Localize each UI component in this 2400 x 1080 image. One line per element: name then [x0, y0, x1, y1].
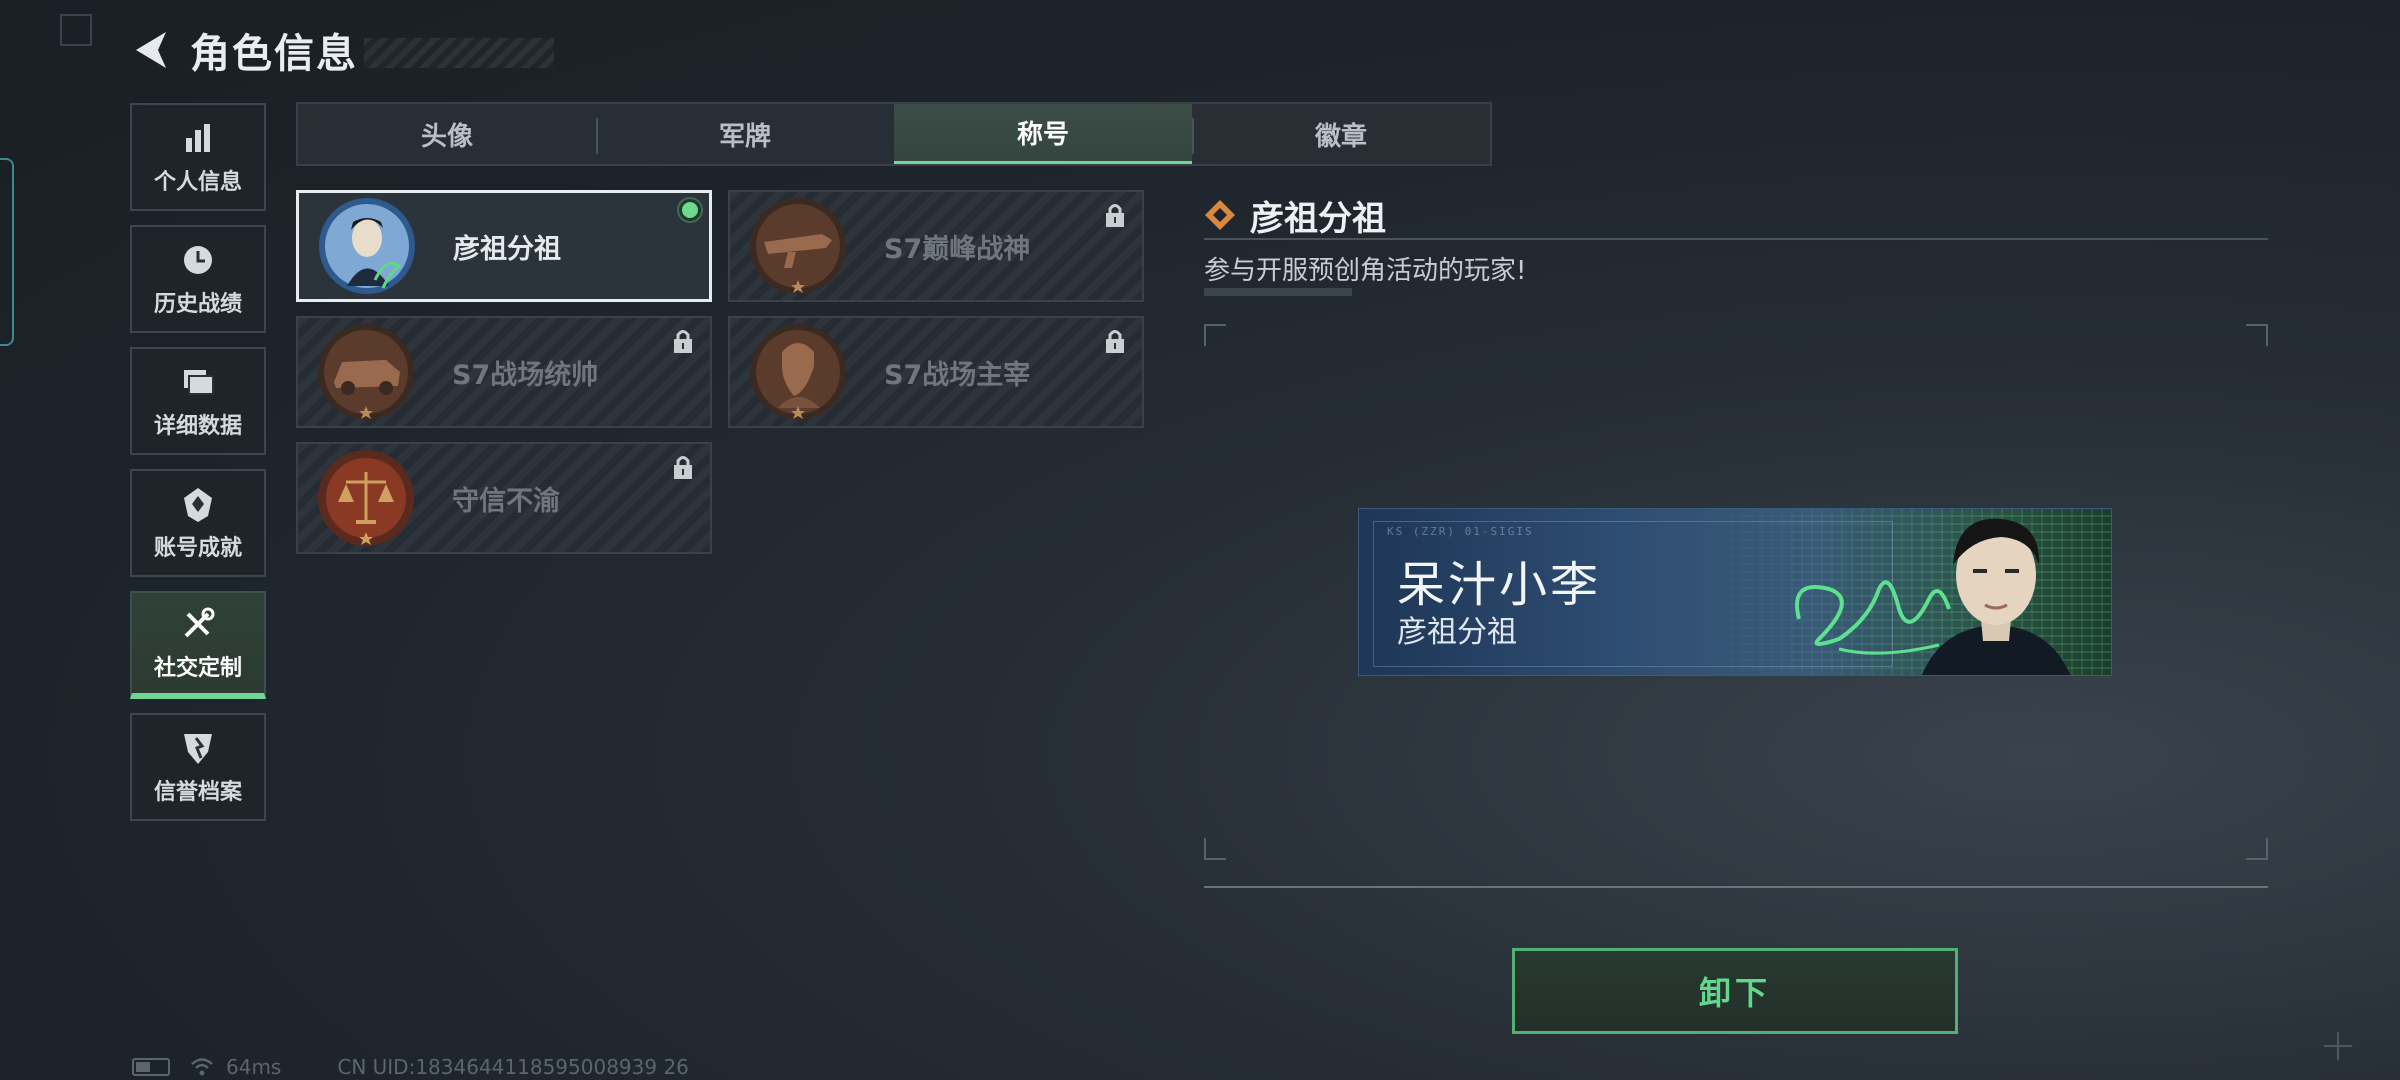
title-card-s7-commander[interactable]: S7战场统帅	[296, 316, 712, 428]
preview-divider	[1204, 886, 2268, 888]
title-card-s7-dominator[interactable]: S7战场主宰	[728, 316, 1144, 428]
lock-icon	[674, 456, 692, 479]
tab-avatar[interactable]: 头像	[298, 104, 596, 164]
sidebar-item-reputation[interactable]: 信誉档案	[130, 713, 266, 821]
detail-description: 参与开服预创角活动的玩家!	[1204, 256, 1527, 286]
wifi-icon	[191, 1058, 213, 1076]
unequip-button[interactable]: 卸下	[1512, 948, 1958, 1034]
banner-code-text: KS (ZZR) 01-SIGIS	[1387, 525, 1534, 538]
sidebar-item-label: 个人信息	[153, 170, 242, 195]
title-card-yanzu[interactable]: 彦祖分祖	[296, 190, 712, 302]
sidebar-item-label: 历史战绩	[153, 292, 242, 317]
sidebar: 个人信息 历史战绩 详细数据 账号成就 社交定制 信誉档案	[130, 103, 266, 835]
title-card-label: 彦祖分祖	[453, 233, 561, 265]
page-header: 角色信息	[130, 20, 554, 80]
plus-icon	[2324, 1032, 2352, 1060]
ping-value: 64ms	[226, 1055, 282, 1079]
vehicle-medal-icon	[318, 324, 414, 420]
bar-chart-icon	[186, 124, 210, 152]
title-stripe-decoration	[364, 38, 554, 68]
back-arrow-icon[interactable]	[130, 28, 174, 72]
sidebar-item-label: 账号成就	[153, 536, 242, 561]
portrait-medal-icon	[319, 198, 415, 294]
portrait-icon	[1921, 518, 2071, 675]
status-bar: 64ms CN UID:1834644118595008939 26	[132, 1055, 689, 1079]
title-card-label: S7战场主宰	[884, 359, 1031, 391]
corner-decoration	[60, 14, 92, 46]
tab-dog-tag[interactable]: 军牌	[596, 104, 894, 164]
scales-medal-icon	[318, 450, 414, 546]
detail-header: 彦祖分祖	[1204, 192, 2268, 240]
title-card-label: S7巅峰战神	[884, 233, 1031, 265]
page-title: 角色信息	[190, 31, 358, 77]
folder-icon	[184, 370, 214, 395]
lock-icon	[674, 330, 692, 353]
sidebar-item-label: 社交定制	[153, 656, 242, 681]
sidebar-item-personal-info[interactable]: 个人信息	[130, 103, 266, 211]
title-card-keep-faith[interactable]: 守信不渝	[296, 442, 712, 554]
sidebar-item-label: 详细数据	[153, 414, 242, 439]
tab-badge[interactable]: 徽章	[1192, 104, 1490, 164]
equipped-indicator	[679, 199, 701, 221]
tools-icon	[184, 607, 215, 638]
side-drawer-handle[interactable]	[0, 158, 14, 346]
title-card-s7-peak[interactable]: S7巅峰战神	[728, 190, 1144, 302]
lock-icon	[1106, 204, 1124, 227]
banner-title: 彦祖分祖	[1397, 615, 1517, 650]
category-tabs: 头像 军牌 称号 徽章	[296, 102, 1492, 166]
sidebar-item-social-customization[interactable]: 社交定制	[130, 591, 266, 699]
clock-icon	[184, 246, 212, 274]
sidebar-item-detailed-data[interactable]: 详细数据	[130, 347, 266, 455]
title-banner-preview: KS (ZZR) 01-SIGIS 呆汁小李 彦祖分祖	[1358, 508, 2112, 676]
sidebar-item-history[interactable]: 历史战绩	[130, 225, 266, 333]
shield-icon	[184, 734, 212, 764]
sidebar-item-achievements[interactable]: 账号成就	[130, 469, 266, 577]
battery-icon	[132, 1058, 170, 1076]
lock-icon	[1106, 330, 1124, 353]
title-card-label: S7战场统帅	[452, 359, 599, 391]
banner-player-name: 呆汁小李	[1397, 557, 1602, 613]
badge-icon	[184, 488, 212, 522]
rifle-medal-icon	[750, 198, 846, 294]
title-card-label: 守信不渝	[452, 485, 560, 517]
uid-text: CN UID:1834644118595008939 26	[337, 1055, 689, 1079]
sidebar-item-label: 信誉档案	[153, 780, 242, 805]
description-bar-decoration	[1204, 288, 1352, 296]
soldier-medal-icon	[750, 324, 846, 420]
diamond-icon	[1205, 200, 1235, 230]
tab-title[interactable]: 称号	[894, 104, 1192, 164]
detail-title-name: 彦祖分祖	[1250, 198, 1386, 239]
